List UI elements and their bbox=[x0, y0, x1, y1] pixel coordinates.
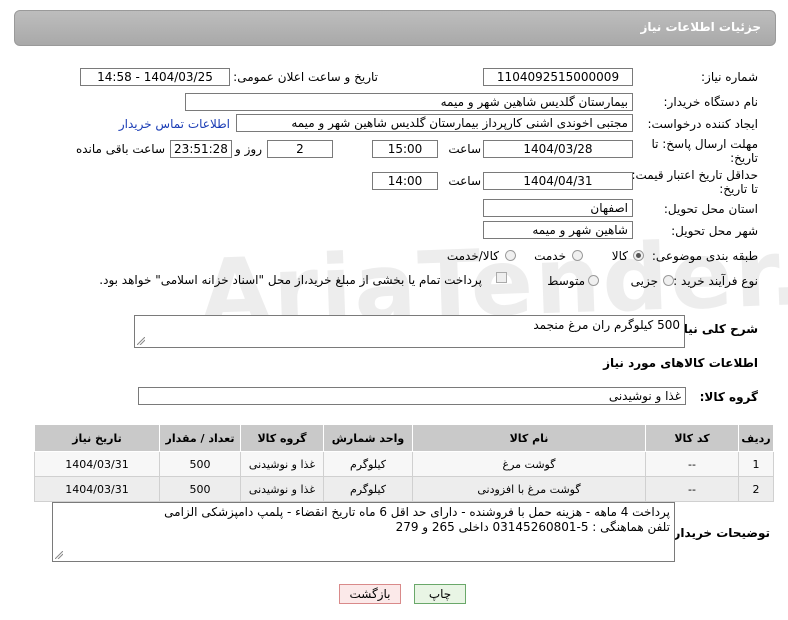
table-cell: 500 bbox=[159, 476, 241, 502]
table-cell: 500 bbox=[159, 451, 241, 477]
items-table: ردیف کد کالا نام کالا واحد شمارش گروه کا… bbox=[34, 424, 774, 502]
contact-info-link[interactable]: اطلاعات تماس خریدار bbox=[119, 117, 230, 131]
deadline-label-1: مهلت ارسال پاسخ: تا bbox=[651, 137, 758, 151]
announce-field[interactable]: 1404/03/25 - 14:58 bbox=[80, 68, 230, 86]
process-small-radio[interactable] bbox=[663, 275, 674, 286]
resize-grip-icon[interactable] bbox=[55, 551, 63, 559]
buyer-notes-field[interactable]: پرداخت 4 ماهه - هزینه حمل با فروشنده - د… bbox=[52, 502, 675, 562]
table-row[interactable]: 1 -- گوشت مرغ کیلوگرم غذا و نوشیدنی 500 … bbox=[34, 451, 774, 477]
buyer-notes-line1: پرداخت 4 ماهه - هزینه حمل با فروشنده - د… bbox=[164, 505, 670, 519]
table-cell: -- bbox=[645, 476, 739, 502]
table-header-row: ردیف کد کالا نام کالا واحد شمارش گروه کا… bbox=[34, 424, 774, 452]
category-goods-radio[interactable] bbox=[633, 250, 644, 261]
table-cell: گوشت مرغ با افزودنی bbox=[412, 476, 646, 502]
deadline-time-label: ساعت bbox=[448, 142, 481, 156]
table-header: کد کالا bbox=[645, 424, 739, 452]
goods-section-title: اطلاعات کالاهای مورد نیاز bbox=[603, 356, 758, 370]
payment-note: پرداخت تمام یا بخشی از مبلغ خرید،از محل … bbox=[99, 273, 482, 287]
table-header: واحد شمارش bbox=[323, 424, 413, 452]
category-service-label: خدمت bbox=[534, 249, 566, 263]
deadline-date-field[interactable]: 1404/03/28 bbox=[483, 140, 633, 158]
validity-label-2: تا تاریخ: bbox=[719, 182, 758, 196]
table-cell: غذا و نوشیدنی bbox=[240, 476, 324, 502]
header-panel: جزئیات اطلاعات نیاز bbox=[14, 10, 776, 46]
table-cell: 1404/03/31 bbox=[34, 476, 160, 502]
page-title: جزئیات اطلاعات نیاز bbox=[640, 20, 761, 34]
buyer-org-label: نام دستگاه خریدار: bbox=[663, 95, 759, 109]
process-small-label: جزیی bbox=[630, 274, 658, 288]
province-field[interactable]: اصفهان bbox=[483, 199, 633, 217]
need-number-label: شماره نیاز: bbox=[701, 70, 758, 84]
table-cell: گوشت مرغ bbox=[412, 451, 646, 477]
need-number-field[interactable]: 1104092515000009 bbox=[483, 68, 633, 86]
process-medium-radio[interactable] bbox=[588, 275, 599, 286]
table-cell: 1404/03/31 bbox=[34, 451, 160, 477]
table-row[interactable]: 2 -- گوشت مرغ با افزودنی کیلوگرم غذا و ن… bbox=[34, 476, 774, 502]
treasury-checkbox[interactable] bbox=[496, 272, 507, 283]
process-medium-label: متوسط bbox=[547, 274, 585, 288]
city-label: شهر محل تحویل: bbox=[671, 224, 758, 238]
validity-date-field[interactable]: 1404/04/31 bbox=[483, 172, 633, 190]
process-label: نوع فرآیند خرید : bbox=[673, 274, 758, 288]
requester-field[interactable]: مجتبی اخوندی اشنی کارپرداز بیمارستان گلد… bbox=[236, 114, 633, 132]
table-header: نام کالا bbox=[412, 424, 646, 452]
days-label: روز و bbox=[235, 142, 262, 156]
category-both-radio[interactable] bbox=[505, 250, 516, 261]
deadline-time-field[interactable]: 15:00 bbox=[372, 140, 438, 158]
city-field[interactable]: شاهین شهر و میمه bbox=[483, 221, 633, 239]
table-cell: کیلوگرم bbox=[323, 451, 413, 477]
table-cell: کیلوگرم bbox=[323, 476, 413, 502]
resize-grip-icon[interactable] bbox=[137, 337, 145, 345]
buyer-org-field[interactable]: بیمارستان گلدیس شاهین شهر و میمه bbox=[185, 93, 633, 111]
province-label: استان محل تحویل: bbox=[663, 202, 758, 216]
table-cell: غذا و نوشیدنی bbox=[240, 451, 324, 477]
print-button[interactable]: چاپ bbox=[414, 584, 466, 604]
category-service-radio[interactable] bbox=[572, 250, 583, 261]
table-cell: -- bbox=[645, 451, 739, 477]
remaining-time-field[interactable]: 23:51:28 bbox=[170, 140, 232, 158]
announce-label: تاریخ و ساعت اعلان عمومی: bbox=[233, 70, 378, 84]
days-field[interactable]: 2 bbox=[267, 140, 333, 158]
summary-text: 500 کیلوگرم ران مرغ منجمد bbox=[533, 318, 680, 332]
goods-group-label: گروه کالا: bbox=[699, 390, 758, 404]
summary-field[interactable]: 500 کیلوگرم ران مرغ منجمد bbox=[134, 315, 685, 348]
category-label: طبقه بندی موضوعی: bbox=[651, 249, 758, 263]
validity-label-1: حداقل تاریخ اعتبار قیمت: bbox=[631, 168, 758, 182]
table-header: گروه کالا bbox=[240, 424, 324, 452]
buyer-notes-line2: تلفن هماهنگی : 5-03145260801 داخلی 265 و… bbox=[395, 520, 670, 534]
table-header: ردیف bbox=[738, 424, 774, 452]
remaining-label: ساعت باقی مانده bbox=[75, 142, 165, 156]
table-header: تعداد / مقدار bbox=[159, 424, 241, 452]
validity-time-label: ساعت bbox=[448, 174, 481, 188]
table-header: تاریخ نیاز bbox=[34, 424, 160, 452]
table-cell: 2 bbox=[738, 476, 774, 502]
category-both-label: کالا/خدمت bbox=[446, 249, 499, 263]
table-cell: 1 bbox=[738, 451, 774, 477]
buyer-notes-label: توضیحات خریدار: bbox=[668, 526, 770, 540]
goods-group-field[interactable]: غذا و نوشیدنی bbox=[138, 387, 686, 405]
deadline-label-2: تاریخ: bbox=[730, 151, 758, 165]
category-goods-label: کالا bbox=[611, 249, 628, 263]
requester-label: ایجاد کننده درخواست: bbox=[647, 117, 758, 131]
validity-time-field[interactable]: 14:00 bbox=[372, 172, 438, 190]
back-button[interactable]: بازگشت bbox=[339, 584, 401, 604]
